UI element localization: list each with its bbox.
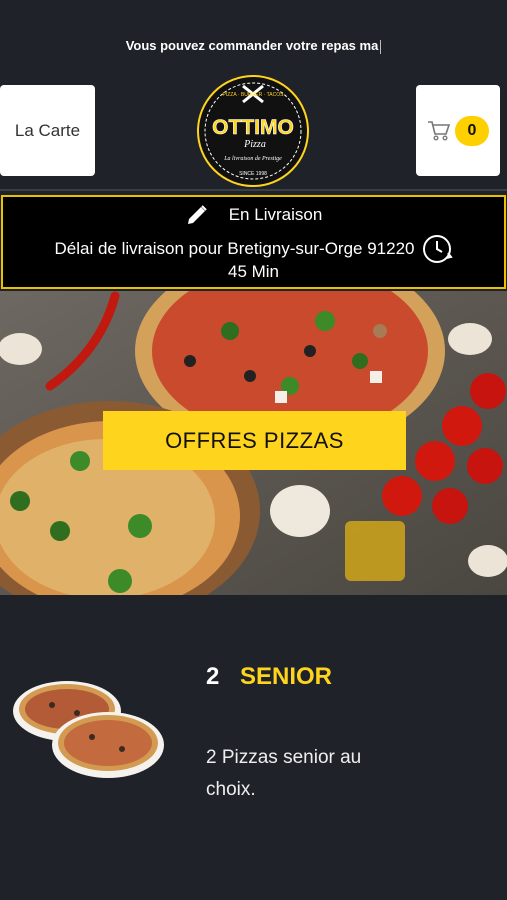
announcement-text: Vous pouvez commander votre repas ma	[125, 38, 379, 53]
header-divider	[0, 189, 507, 191]
offers-pizzas-label: OFFRES PIZZAS	[165, 427, 344, 453]
delivery-mode: En Livraison	[228, 205, 323, 224]
offers-pizzas-button[interactable]: OFFRES PIZZAS	[103, 411, 406, 470]
svg-text:Pizza: Pizza	[243, 139, 266, 150]
delivery-info-box[interactable]: En Livraison Délai de livraison pour Bre…	[1, 195, 506, 289]
delivery-time: 45 Min	[227, 262, 280, 281]
product-quantity: 2	[206, 663, 220, 690]
menu-button[interactable]: La Carte	[0, 85, 95, 176]
product-card-senior[interactable]: 2 SENIOR 2 Pizzas senior au choix.	[0, 595, 507, 900]
edit-pencil-icon[interactable]	[185, 203, 209, 227]
cart-button[interactable]: 0	[416, 85, 500, 176]
svg-text:PIZZA · BURGER · TACOS: PIZZA · BURGER · TACOS	[223, 92, 285, 98]
announcement-banner: Vous pouvez commander votre repas ma	[0, 38, 507, 54]
cart-count-badge: 0	[455, 115, 489, 146]
product-name: SENIOR	[240, 663, 333, 690]
delivery-info-text: Délai de livraison pour Bretigny-sur-Org…	[54, 239, 415, 258]
ottimo-pizza-logo[interactable]: PIZZA · BURGER · TACOS OTTIMO Pizza La l…	[193, 74, 313, 188]
svg-text:La livraison de Prestige: La livraison de Prestige	[223, 156, 282, 162]
text-cursor	[380, 39, 382, 54]
product-image[interactable]	[12, 677, 167, 782]
svg-text:OTTIMO: OTTIMO	[212, 116, 294, 139]
clock-icon	[422, 235, 453, 263]
svg-text:SINCE 1998: SINCE 1998	[239, 171, 267, 177]
menu-button-label: La Carte	[14, 120, 81, 140]
product-description: 2 Pizzas senior au choix.	[206, 747, 362, 800]
cart-icon	[428, 120, 451, 141]
